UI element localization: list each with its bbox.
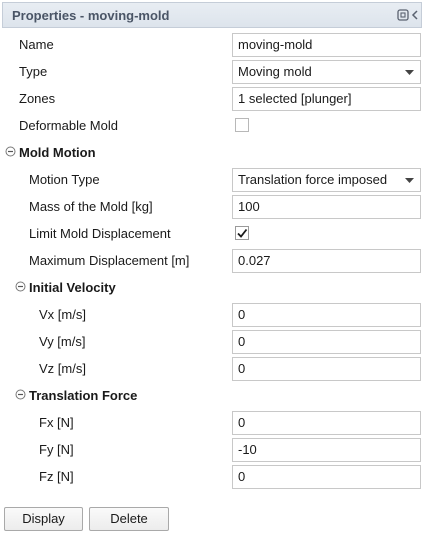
limit-displacement-checkbox[interactable]: [235, 226, 249, 240]
fy-field[interactable]: -10: [232, 438, 421, 462]
detach-icon[interactable]: [396, 8, 410, 22]
vy-label: Vy [m/s]: [39, 334, 86, 349]
mold-motion-label: Mold Motion: [19, 145, 96, 160]
collapse-icon[interactable]: [15, 389, 26, 400]
collapse-icon[interactable]: [5, 146, 16, 157]
display-button[interactable]: Display: [4, 507, 83, 531]
motion-type-dropdown[interactable]: Translation force imposed: [232, 168, 421, 192]
motion-type-dropdown-value: Translation force imposed: [238, 172, 388, 187]
vy-row: Vy [m/s] 0: [0, 328, 424, 355]
fx-field[interactable]: 0: [232, 411, 421, 435]
zones-label: Zones: [19, 91, 56, 106]
deformable-mold-checkbox[interactable]: [235, 118, 249, 132]
panel-titlebar: Properties - moving-mold: [2, 2, 422, 28]
max-displacement-label: Maximum Displacement [m]: [29, 253, 190, 268]
limit-displacement-label: Limit Mold Displacement: [29, 226, 171, 241]
mass-field[interactable]: 100: [232, 195, 421, 219]
fy-row: Fy [N] -10: [0, 436, 424, 463]
name-label: Name: [19, 37, 54, 52]
vx-field[interactable]: 0: [232, 303, 421, 327]
vz-field[interactable]: 0: [232, 357, 421, 381]
fy-label: Fy [N]: [39, 442, 74, 457]
mass-row: Mass of the Mold [kg] 100: [0, 193, 424, 220]
mold-motion-section[interactable]: Mold Motion: [0, 139, 424, 166]
vx-row: Vx [m/s] 0: [0, 301, 424, 328]
translation-force-label: Translation Force: [29, 388, 138, 403]
type-label: Type: [19, 64, 48, 79]
deformable-mold-label: Deformable Mold: [19, 118, 118, 133]
motion-type-label: Motion Type: [29, 172, 100, 187]
name-field[interactable]: moving-mold: [232, 33, 421, 57]
collapse-icon[interactable]: [15, 281, 26, 292]
chevron-down-icon: [405, 70, 414, 75]
chevron-left-icon[interactable]: [409, 8, 423, 22]
type-row: Type Moving mold: [0, 58, 424, 85]
fz-row: Fz [N] 0: [0, 463, 424, 490]
vz-row: Vz [m/s] 0: [0, 355, 424, 382]
type-dropdown-value: Moving mold: [238, 64, 312, 79]
vz-label: Vz [m/s]: [39, 361, 86, 376]
max-displacement-field[interactable]: 0.027: [232, 249, 421, 273]
initial-velocity-label: Initial Velocity: [29, 280, 116, 295]
chevron-down-icon: [405, 178, 414, 183]
zones-row: Zones 1 selected [plunger]: [0, 85, 424, 112]
fx-label: Fx [N]: [39, 415, 74, 430]
name-row: Name moving-mold: [0, 31, 424, 58]
translation-force-section[interactable]: Translation Force: [0, 382, 424, 409]
max-displacement-row: Maximum Displacement [m] 0.027: [0, 247, 424, 274]
fz-field[interactable]: 0: [232, 465, 421, 489]
panel-title: Properties - moving-mold: [12, 8, 170, 23]
fz-label: Fz [N]: [39, 469, 74, 484]
type-dropdown[interactable]: Moving mold: [232, 60, 421, 84]
motion-type-row: Motion Type Translation force imposed: [0, 166, 424, 193]
vx-label: Vx [m/s]: [39, 307, 86, 322]
delete-button[interactable]: Delete: [89, 507, 169, 531]
initial-velocity-section[interactable]: Initial Velocity: [0, 274, 424, 301]
vy-field[interactable]: 0: [232, 330, 421, 354]
properties-panel: Properties - moving-mold Name moving-mol…: [0, 0, 424, 534]
zones-field[interactable]: 1 selected [plunger]: [232, 87, 421, 111]
checkmark-icon: [237, 228, 248, 238]
limit-displacement-row: Limit Mold Displacement: [0, 220, 424, 247]
fx-row: Fx [N] 0: [0, 409, 424, 436]
deformable-mold-row: Deformable Mold: [0, 112, 424, 139]
mass-label: Mass of the Mold [kg]: [29, 199, 153, 214]
